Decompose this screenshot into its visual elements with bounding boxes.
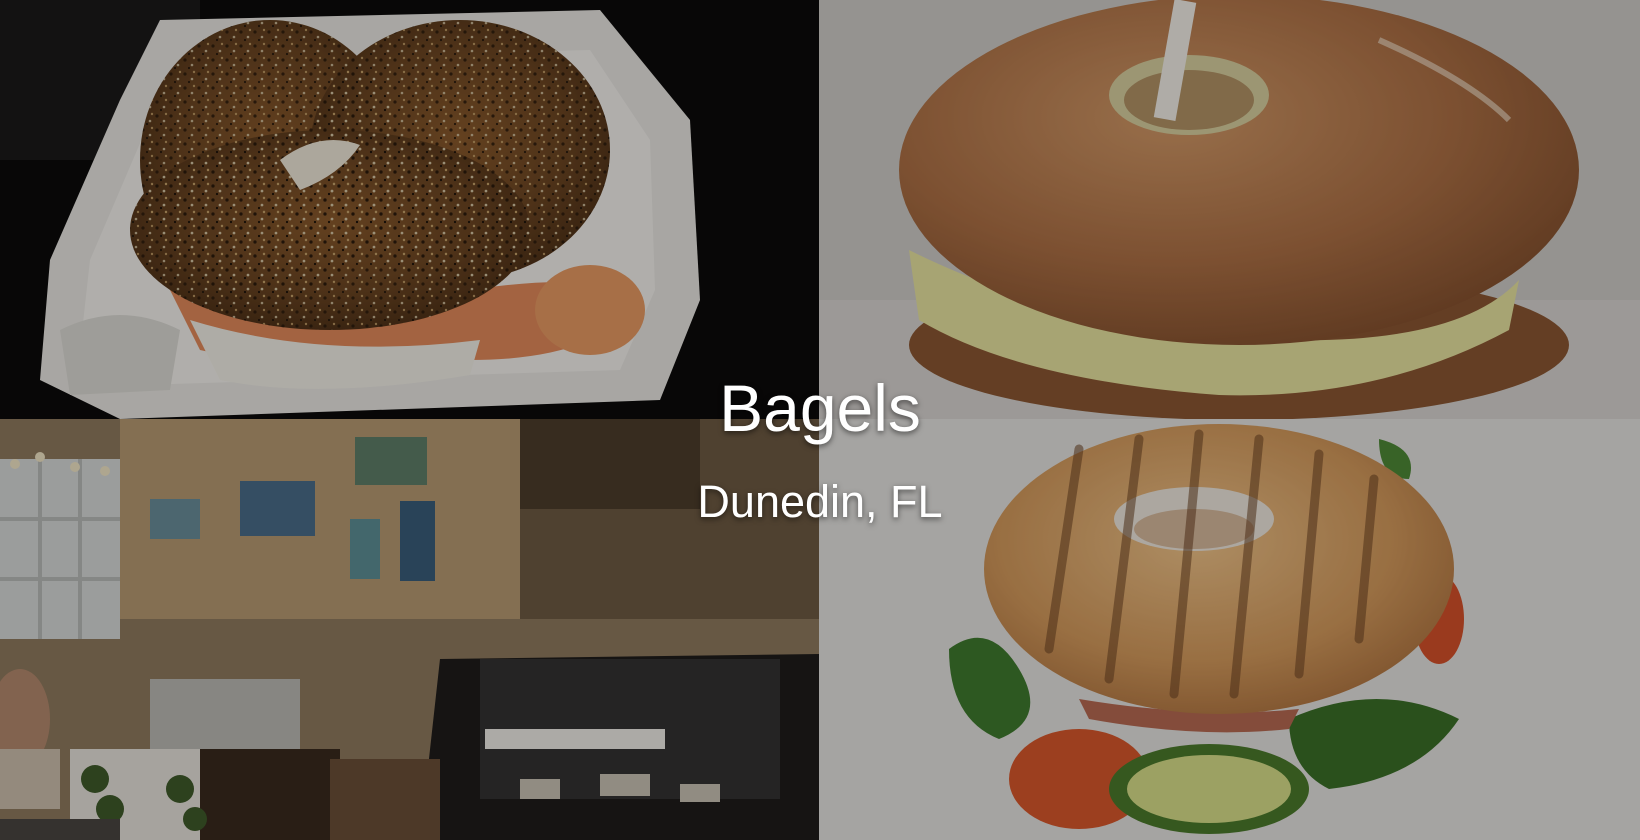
photo-everything-bagel-lox [0,0,819,419]
photo-collage [0,0,1640,840]
photo-bagel-egg-sandwich [819,0,1640,419]
photo-bagel-shop-interior [0,419,819,840]
photo-grilled-bagel-sandwich [819,419,1640,840]
